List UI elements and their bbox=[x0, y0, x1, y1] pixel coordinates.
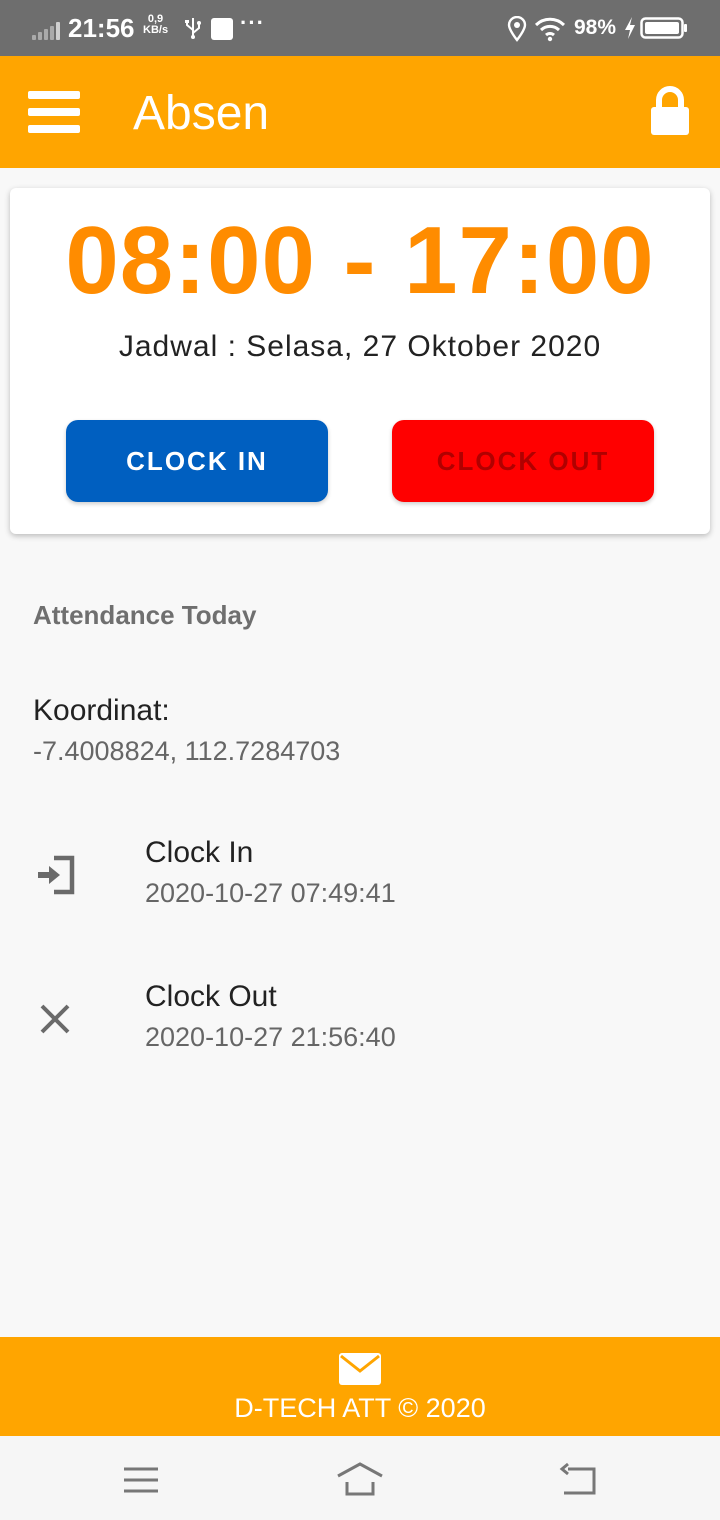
status-bar: 21:56 0,9 KB/s ··· 98% bbox=[0, 0, 720, 56]
hamburger-menu-icon[interactable] bbox=[28, 91, 80, 133]
status-time: 21:56 bbox=[68, 13, 135, 43]
signal-icon bbox=[32, 22, 62, 40]
clock-out-record: Clock Out 2020-10-27 21:56:40 bbox=[0, 980, 720, 1080]
network-speed-unit: KB/s bbox=[143, 24, 169, 36]
home-icon[interactable] bbox=[336, 1460, 384, 1500]
back-icon[interactable] bbox=[556, 1460, 604, 1500]
notification-app-icon bbox=[211, 18, 233, 40]
app-screen: 21:56 0,9 KB/s ··· 98% Absen 08:00 - 17:… bbox=[0, 0, 720, 1520]
envelope-icon[interactable] bbox=[339, 1353, 381, 1385]
more-notifications-icon: ··· bbox=[240, 10, 265, 35]
attendance-section-title: Attendance Today bbox=[33, 600, 257, 630]
clock-in-record: Clock In 2020-10-27 07:49:41 bbox=[0, 836, 720, 936]
clock-out-time: 2020-10-27 21:56:40 bbox=[145, 1022, 396, 1052]
system-nav-bar bbox=[0, 1436, 720, 1520]
clock-in-time: 2020-10-27 07:49:41 bbox=[145, 878, 396, 908]
schedule-date: Jadwal : Selasa, 27 Oktober 2020 bbox=[118, 330, 602, 363]
clock-in-label: Clock In bbox=[145, 836, 254, 869]
coordinates-value: -7.4008824, 112.7284703 bbox=[33, 736, 341, 766]
clock-out-button[interactable]: CLOCK OUT bbox=[392, 420, 654, 502]
battery-icon bbox=[640, 17, 687, 39]
footer: D-TECH ATT © 2020 bbox=[0, 1337, 720, 1436]
page-title: Absen bbox=[133, 87, 270, 140]
recent-apps-icon[interactable] bbox=[117, 1460, 165, 1500]
footer-copyright: D-TECH ATT © 2020 bbox=[234, 1393, 486, 1423]
shift-hours: 08:00 - 17:00 bbox=[65, 207, 655, 314]
schedule-card: 08:00 - 17:00 Jadwal : Selasa, 27 Oktobe… bbox=[10, 188, 710, 534]
charging-icon bbox=[625, 17, 635, 39]
battery-percentage: 98% bbox=[574, 16, 617, 39]
coordinates-label: Koordinat: bbox=[33, 694, 170, 727]
wifi-icon bbox=[534, 17, 566, 42]
sign-in-icon bbox=[38, 855, 75, 895]
network-speed: 0,9 KB/s bbox=[143, 14, 168, 36]
lock-icon[interactable] bbox=[649, 86, 691, 136]
close-icon bbox=[40, 1004, 70, 1034]
clock-in-button[interactable]: CLOCK IN bbox=[66, 420, 328, 502]
app-bar: Absen bbox=[0, 56, 720, 168]
usb-icon bbox=[185, 18, 201, 39]
clock-out-label: Clock Out bbox=[145, 980, 277, 1013]
location-icon bbox=[507, 16, 527, 42]
